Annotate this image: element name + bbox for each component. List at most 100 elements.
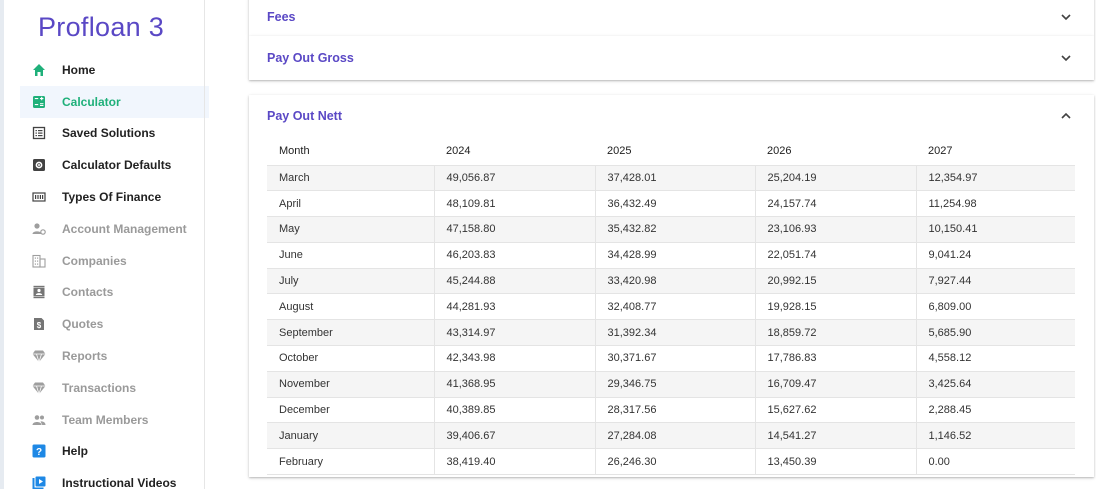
sidebar-item-label: Transactions [62, 380, 137, 395]
value-cell: 34,428.99 [595, 242, 756, 269]
sidebar-item-quotes[interactable]: $ Quotes [20, 308, 209, 340]
fees-panel: Fees [249, 0, 1094, 36]
sidebar-item-contacts[interactable]: Contacts [20, 277, 209, 309]
sidebar-item-label: Calculator [62, 94, 121, 109]
value-cell: 27,284.08 [595, 422, 756, 450]
sidebar-item-help[interactable]: ? Help [20, 436, 209, 468]
value-cell: 41,368.95 [434, 371, 596, 398]
value-cell: 42,343.98 [434, 345, 596, 372]
diamond-icon [32, 381, 46, 395]
value-cell: 49,056.87 [434, 165, 596, 192]
sidebar-item-label: Saved Solutions [62, 126, 156, 141]
calculator-icon [32, 95, 46, 109]
sidebar-item-team-members[interactable]: Team Members [20, 404, 209, 436]
month-cell: May [267, 216, 435, 243]
value-cell: 32,408.77 [595, 293, 756, 321]
value-cell: 37,428.01 [595, 165, 756, 192]
value-cell: 3,425.64 [916, 371, 1075, 398]
sidebar-item-label: Companies [62, 253, 127, 268]
account-gear-icon [32, 222, 46, 236]
month-cell: October [267, 345, 435, 372]
value-cell: 10,150.41 [916, 216, 1075, 243]
dollar-document-icon: $ [32, 317, 46, 331]
value-cell: 9,041.24 [916, 242, 1075, 269]
svg-text:?: ? [36, 447, 42, 458]
people-icon [32, 413, 46, 427]
value-cell: 16,709.47 [755, 371, 917, 398]
video-icon [32, 476, 46, 489]
value-cell: 22,051.74 [755, 242, 917, 269]
value-cell: 23,106.93 [755, 216, 917, 243]
pay-out-gross-panel-header[interactable]: Pay Out Gross [249, 36, 1094, 80]
value-cell: 36,432.49 [595, 190, 756, 218]
pay-out-nett-panel: Pay Out Nett Month 2024 2025 2026 2027 March… [249, 95, 1094, 477]
table-header-row: Month 2024 2025 2026 2027 [267, 137, 1075, 166]
sidebar-item-types-of-finance[interactable]: Types Of Finance [20, 181, 209, 213]
value-cell: 12,354.97 [916, 165, 1075, 192]
value-cell: 18,859.72 [755, 319, 917, 347]
value-cell: 13,450.39 [755, 448, 917, 476]
sidebar-item-account-management[interactable]: Account Management [20, 213, 209, 245]
sidebar-item-label: Reports [62, 349, 108, 364]
sidebar-item-home[interactable]: Home [20, 54, 209, 86]
table-row: January 39,406.67 27,284.08 14,541.27 1,146.… [267, 422, 1075, 450]
sidebar-item-label: Account Management [62, 221, 187, 236]
numeric-icon [32, 190, 46, 204]
table-row: May 47,158.80 35,432.82 23,106.93 10,150.41 [267, 216, 1075, 243]
month-cell: December [267, 397, 435, 424]
column-header: 2026 [755, 137, 916, 166]
fees-panel-header[interactable]: Fees [249, 0, 1094, 36]
value-cell: 6,809.00 [916, 293, 1075, 321]
value-cell: 28,317.56 [595, 397, 756, 424]
gear-icon [32, 158, 46, 172]
sidebar-item-label: Contacts [62, 285, 114, 300]
column-header: 2024 [434, 137, 595, 166]
sidebar-item-instructional-videos[interactable]: Instructional Videos [20, 467, 209, 489]
month-cell: January [267, 422, 435, 450]
value-cell: 43,314.97 [434, 319, 596, 347]
sidebar-item-saved-solutions[interactable]: Saved Solutions [20, 118, 209, 150]
sidebar-item-reports[interactable]: Reports [20, 340, 209, 372]
sidebar-item-transactions[interactable]: Transactions [20, 372, 209, 404]
value-cell: 15,627.62 [755, 397, 917, 424]
sidebar-nav: Home Calculator Saved Solutions Calculat… [20, 54, 209, 489]
value-cell: 31,392.34 [595, 319, 756, 347]
column-header: Month [267, 137, 434, 166]
sidebar-item-label: Home [62, 62, 96, 77]
value-cell: 17,786.83 [755, 345, 917, 372]
panel-title: Fees [267, 9, 296, 24]
chevron-up-icon[interactable] [1060, 110, 1072, 122]
table-row: December 40,389.85 28,317.56 15,627.62 2,288… [267, 397, 1075, 424]
panel-title: Pay Out Nett [267, 109, 343, 123]
month-cell: September [267, 319, 435, 347]
column-header: 2027 [916, 137, 1075, 166]
month-cell: February [267, 448, 435, 476]
month-cell: August [267, 293, 435, 321]
value-cell: 44,281.93 [434, 293, 596, 321]
month-cell: July [267, 268, 435, 295]
value-cell: 4,558.12 [916, 345, 1075, 372]
value-cell: 19,928.15 [755, 293, 917, 321]
value-cell: 30,371.67 [595, 345, 756, 372]
chevron-down-icon[interactable] [1060, 11, 1072, 23]
pay-out-nett-panel-header[interactable]: Pay Out Nett [249, 95, 1094, 137]
chevron-down-icon[interactable] [1060, 52, 1072, 64]
building-icon [32, 254, 46, 268]
sidebar-item-label: Quotes [62, 317, 104, 332]
sidebar-item-companies[interactable]: Companies [20, 245, 209, 277]
question-icon: ? [32, 444, 46, 458]
value-cell: 48,109.81 [434, 190, 596, 218]
table-row: April 48,109.81 36,432.49 24,157.74 11,254.9… [267, 190, 1075, 218]
sidebar-item-calculator-defaults[interactable]: Calculator Defaults [20, 149, 209, 181]
table-row: September 43,314.97 31,392.34 18,859.72 5,68… [267, 319, 1075, 347]
value-cell: 47,158.80 [434, 216, 596, 243]
pay-out-gross-panel: Pay Out Gross [249, 36, 1094, 80]
sidebar-item-calculator[interactable]: Calculator [20, 85, 209, 118]
value-cell: 24,157.74 [755, 190, 917, 218]
table-row: February 38,419.40 26,246.30 13,450.39 0.00 [267, 448, 1075, 476]
value-cell: 29,346.75 [595, 371, 756, 398]
value-cell: 20,992.15 [755, 268, 917, 295]
column-header: 2025 [595, 137, 755, 166]
app-logo: Profloan 3 [38, 12, 165, 42]
value-cell: 45,244.88 [434, 268, 596, 295]
